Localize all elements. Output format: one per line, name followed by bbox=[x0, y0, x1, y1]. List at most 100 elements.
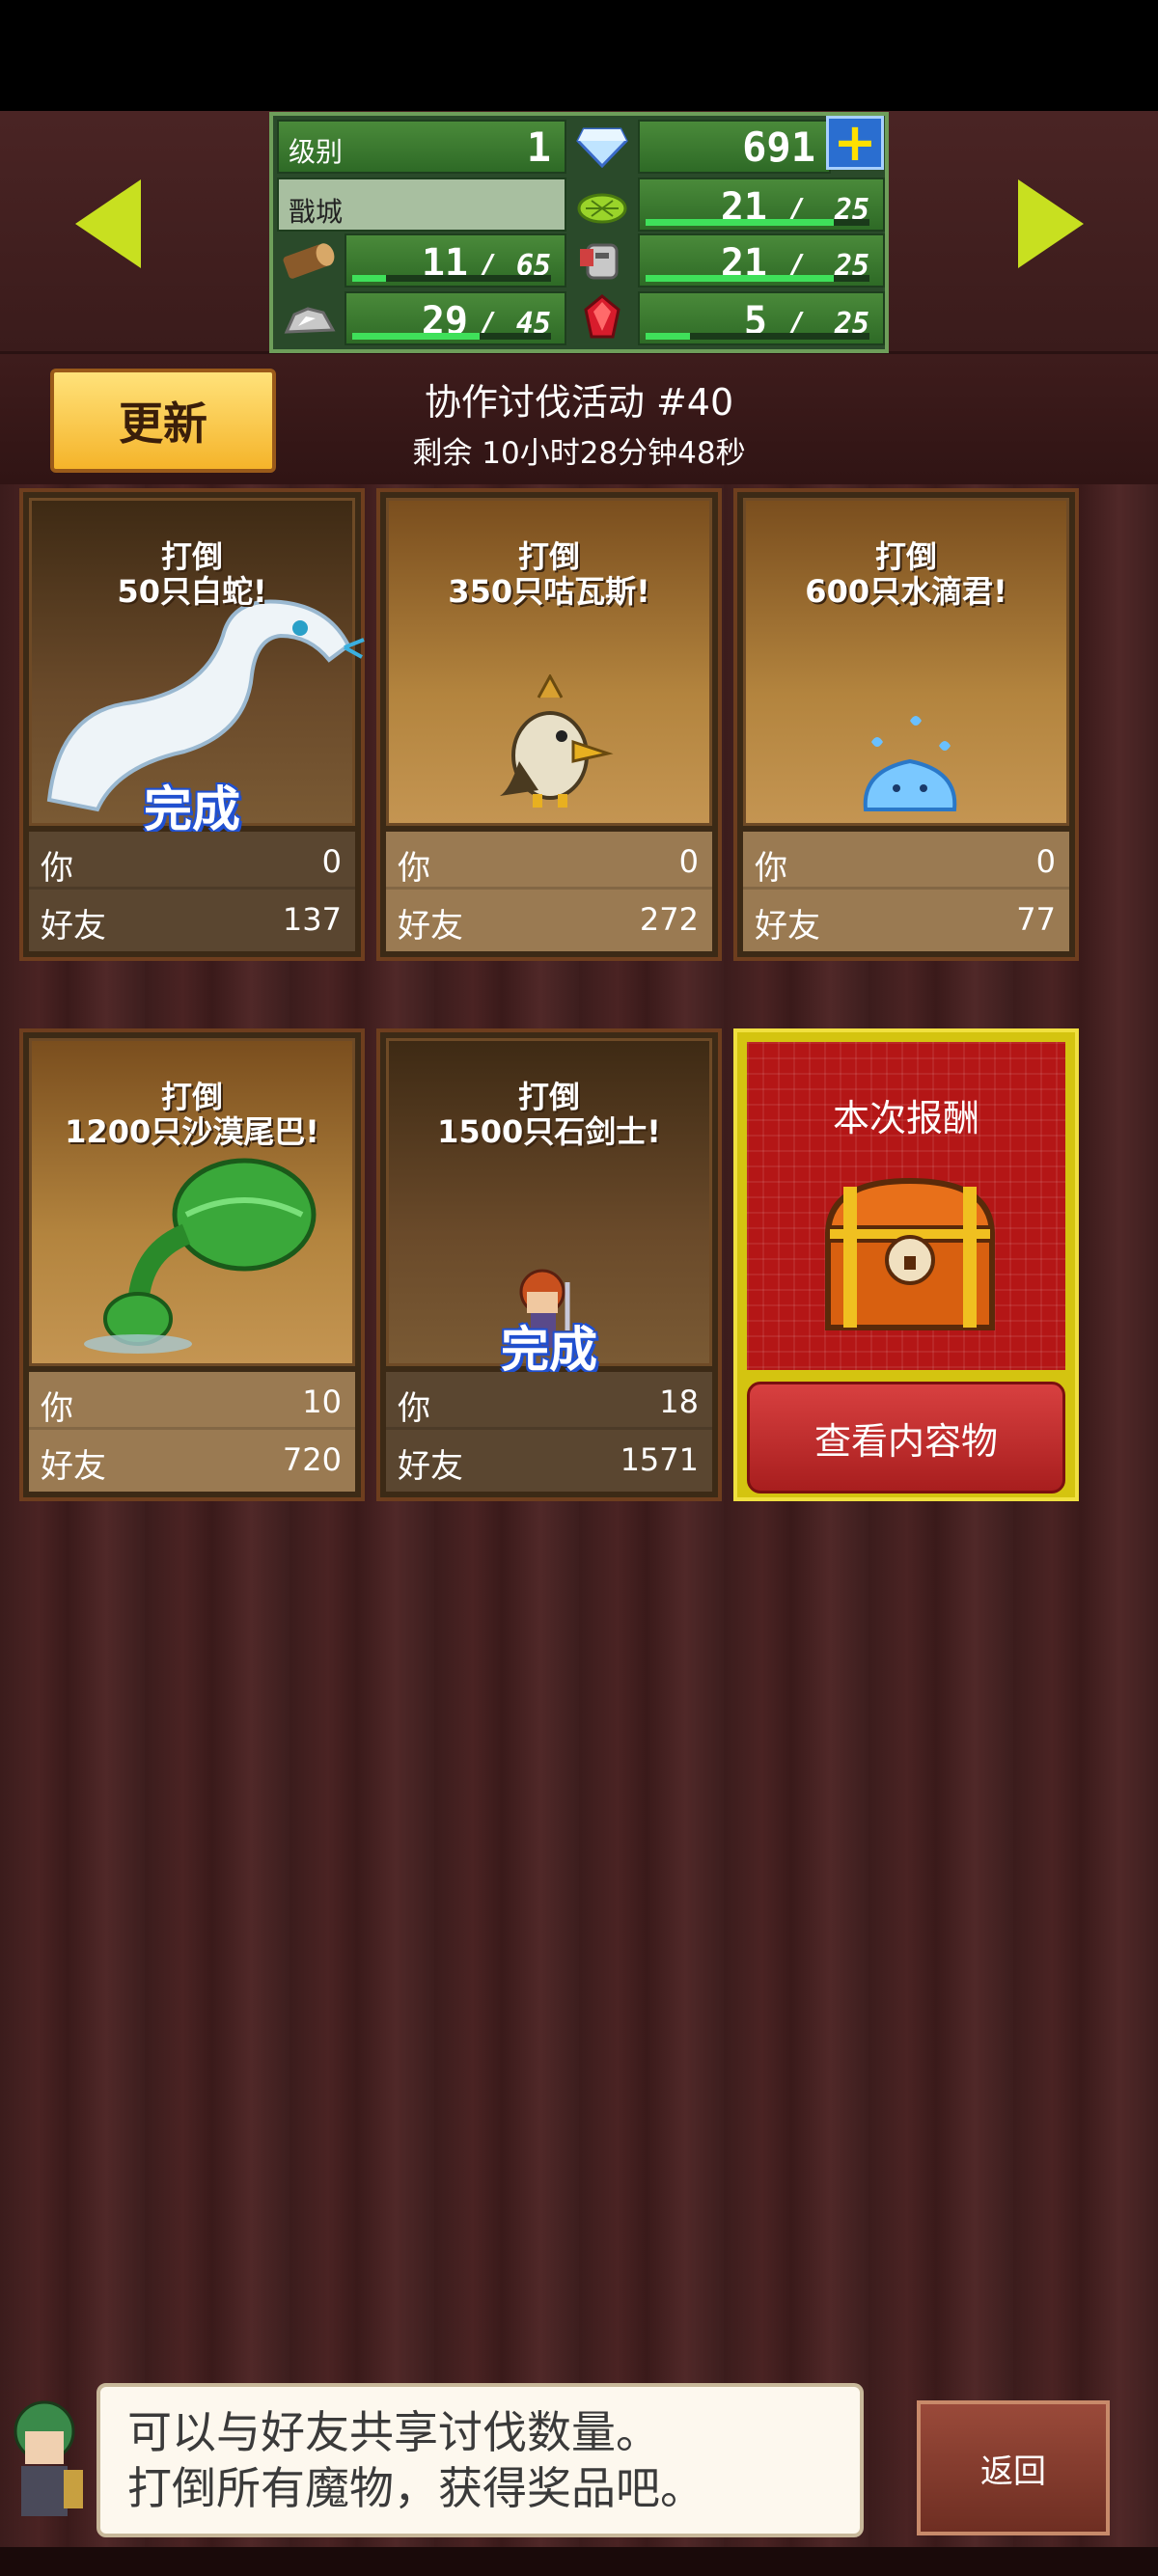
stone-cell: 29 / 45 bbox=[345, 291, 566, 345]
you-count-row: 你0 bbox=[29, 832, 355, 890]
water-slime-icon bbox=[863, 716, 957, 811]
friends-value: 1571 bbox=[620, 1441, 699, 1478]
reward-panel: 本次报酬 bbox=[747, 1042, 1065, 1370]
grass-cell: 21 / 25 bbox=[638, 178, 885, 232]
quest-target-line1: 打倒 bbox=[517, 1079, 580, 1115]
quest-complete-label: 完成 bbox=[501, 1322, 597, 1378]
gem-counter: 691 bbox=[638, 120, 831, 174]
you-count-row: 你 18 bbox=[386, 1372, 712, 1430]
quest-card-desert-tail[interactable]: 打倒 1200只沙漠尾巴! 你 10 好友 720 bbox=[19, 1028, 365, 1501]
you-value: 0 bbox=[678, 843, 699, 880]
armor-progress-bar bbox=[646, 275, 869, 282]
hint-line-1: 可以与好友共享讨伐数量。 bbox=[127, 2406, 660, 2458]
next-arrow-icon[interactable] bbox=[1018, 179, 1084, 268]
wood-progress-bar bbox=[352, 275, 551, 282]
town-name: 戬城 bbox=[289, 196, 344, 228]
quest-target-line2: 350只咕瓦斯! bbox=[448, 573, 650, 610]
event-title: 协作讨伐活动 #40 bbox=[424, 381, 734, 424]
reward-title: 本次报酬 bbox=[832, 1097, 979, 1139]
friends-value: 272 bbox=[639, 901, 699, 938]
quest-art: 打倒 1500只石剑士! 完成 bbox=[386, 1038, 712, 1378]
grass-icon bbox=[570, 178, 634, 232]
quest-target-line1: 打倒 bbox=[160, 538, 223, 575]
previous-arrow-icon[interactable] bbox=[75, 179, 141, 268]
friends-value: 720 bbox=[282, 1441, 342, 1478]
friends-value: 137 bbox=[282, 901, 342, 938]
you-label: 你 bbox=[755, 849, 787, 888]
gem-count: 691 bbox=[742, 123, 815, 171]
quest-card-water-drop[interactable]: 打倒 600只水滴君! 你0 好友 77 bbox=[733, 488, 1079, 961]
friends-count-row: 好友 1571 bbox=[386, 1430, 712, 1488]
you-count-row: 你 10 bbox=[29, 1372, 355, 1430]
you-value: 0 bbox=[1035, 843, 1056, 880]
armor-icon bbox=[570, 233, 634, 288]
wood-cell: 11 / 65 bbox=[345, 233, 566, 288]
friends-count-row: 好友 272 bbox=[386, 890, 712, 947]
level-label: 级别 bbox=[289, 136, 344, 168]
quest-card-stone-swordsman[interactable]: 打倒 1500只石剑士! 完成 你 18 好友 1571 bbox=[376, 1028, 722, 1501]
armor-cell: 21 / 25 bbox=[638, 233, 885, 288]
refresh-button[interactable]: 更新 bbox=[50, 369, 276, 473]
quest-stats: 你0 好友 272 bbox=[386, 832, 712, 951]
you-label: 你 bbox=[41, 1389, 73, 1428]
diamond-icon bbox=[570, 120, 634, 174]
stone-icon bbox=[277, 291, 341, 345]
bird-monster-icon bbox=[500, 674, 614, 808]
quest-target: 打倒 1500只石剑士! bbox=[389, 1080, 709, 1149]
quest-target: 打倒 50只白蛇! bbox=[32, 539, 352, 609]
quest-art: 打倒 350只咕瓦斯! bbox=[386, 498, 712, 826]
view-contents-button[interactable]: 查看内容物 bbox=[747, 1382, 1065, 1494]
friends-label: 好友 bbox=[41, 907, 106, 945]
stone-progress-bar bbox=[352, 333, 551, 340]
friends-count-row: 好友 720 bbox=[29, 1430, 355, 1488]
resource-panel: 级别 1 691 戬城 11 / 65 29 / 45 21 / 25 21 /… bbox=[269, 112, 889, 353]
advisor-character-icon bbox=[14, 2400, 83, 2516]
add-gems-button[interactable]: + bbox=[826, 116, 884, 170]
quest-target-line2: 600只水滴君! bbox=[805, 573, 1007, 610]
hint-message: 可以与好友共享讨伐数量。 打倒所有魔物，获得奖品吧。 bbox=[96, 2383, 864, 2537]
quest-card-bird[interactable]: 打倒 350只咕瓦斯! 你0 好友 272 bbox=[376, 488, 722, 961]
quest-stats: 你0 好友 137 bbox=[29, 832, 355, 951]
you-count-row: 你0 bbox=[743, 832, 1069, 890]
level-value: 1 bbox=[526, 123, 551, 171]
you-label: 你 bbox=[398, 849, 430, 888]
quest-target-line2: 1500只石剑士! bbox=[437, 1113, 661, 1150]
you-value: 10 bbox=[302, 1384, 342, 1420]
quest-target-line2: 50只白蛇! bbox=[117, 573, 267, 610]
friends-count-row: 好友 137 bbox=[29, 890, 355, 947]
you-label: 你 bbox=[41, 849, 73, 888]
ruby-cell: 5 / 25 bbox=[638, 291, 885, 345]
ruby-progress-bar bbox=[646, 333, 869, 340]
reward-card: 本次报酬 查看内容物 bbox=[733, 1028, 1079, 1501]
you-value: 0 bbox=[321, 843, 342, 880]
you-label: 你 bbox=[398, 1389, 430, 1428]
quest-card-white-snake[interactable]: 打倒 50只白蛇! 完成 你0 好友 137 bbox=[19, 488, 365, 961]
you-value: 18 bbox=[659, 1384, 699, 1420]
quest-art: 打倒 600只水滴君! bbox=[743, 498, 1069, 826]
quest-target: 打倒 600只水滴君! bbox=[746, 539, 1066, 609]
desert-tail-plant-icon bbox=[84, 1158, 317, 1354]
quest-stats: 你0 好友 77 bbox=[743, 832, 1069, 951]
quest-complete-label: 完成 bbox=[144, 781, 240, 837]
quest-stats: 你 18 好友 1571 bbox=[386, 1372, 712, 1492]
hint-line-2: 打倒所有魔物，获得奖品吧。 bbox=[127, 2462, 704, 2514]
quest-target-line1: 打倒 bbox=[517, 538, 580, 575]
quest-target-line1: 打倒 bbox=[160, 1079, 223, 1115]
event-time-remaining: 剩余 10小时28分钟48秒 bbox=[412, 436, 746, 471]
ruby-icon bbox=[570, 291, 634, 345]
you-count-row: 你0 bbox=[386, 832, 712, 890]
quest-target: 打倒 1200只沙漠尾巴! bbox=[32, 1080, 352, 1149]
quest-stats: 你 10 好友 720 bbox=[29, 1372, 355, 1492]
quest-art: 打倒 1200只沙漠尾巴! bbox=[29, 1038, 355, 1366]
treasure-chest-icon bbox=[824, 1177, 996, 1330]
quest-target-line1: 打倒 bbox=[874, 538, 937, 575]
level-cell: 级别 1 bbox=[277, 120, 566, 174]
footer-strip bbox=[0, 2547, 1158, 2576]
quest-target: 打倒 350只咕瓦斯! bbox=[389, 539, 709, 609]
back-button[interactable]: 返回 bbox=[917, 2400, 1110, 2535]
friends-label: 好友 bbox=[398, 907, 463, 945]
friends-label: 好友 bbox=[755, 907, 820, 945]
friends-label: 好友 bbox=[41, 1447, 106, 1486]
friends-count-row: 好友 77 bbox=[743, 890, 1069, 947]
quest-art: 打倒 50只白蛇! 完成 bbox=[29, 498, 365, 837]
